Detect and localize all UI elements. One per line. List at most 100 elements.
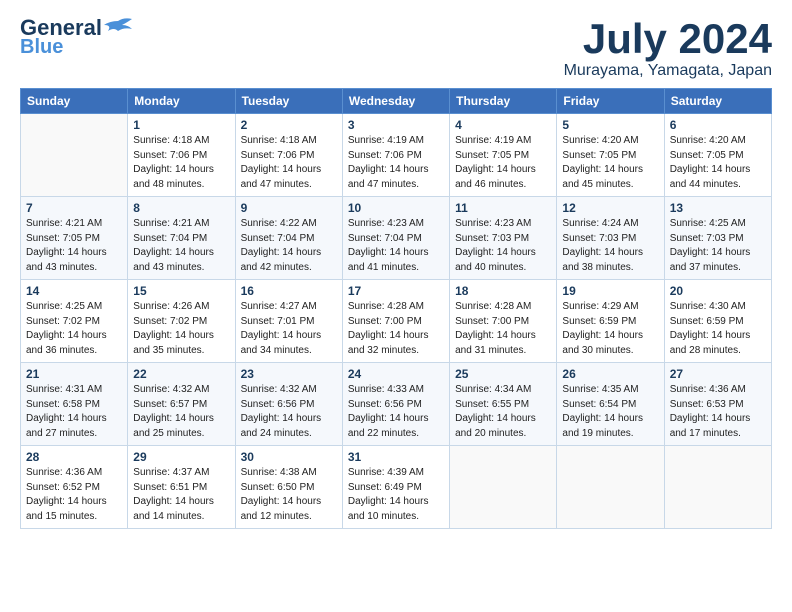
calendar-cell: 5 Sunrise: 4:20 AMSunset: 7:05 PMDaylight… — [557, 114, 664, 197]
calendar-cell: 24Sunrise: 4:33 AMSunset: 6:56 PMDayligh… — [342, 363, 449, 446]
calendar-header: SundayMondayTuesdayWednesdayThursdayFrid… — [21, 89, 772, 114]
calendar-cell: 27 Sunrise: 4:36 AMSunset: 6:53 PMDayligh… — [664, 363, 771, 446]
cell-info: Sunrise: 4:20 AMSunset: 7:05 PMDaylight:… — [670, 134, 766, 192]
cell-info: Sunrise: 4:28 AMSunset: 7:00 PMDaylight:… — [348, 300, 444, 358]
day-number: 20 — [670, 284, 766, 298]
weekday-label: Monday — [128, 89, 235, 114]
calendar-cell — [557, 446, 664, 529]
day-number: 26 — [562, 367, 658, 381]
day-number: 25 — [455, 367, 551, 381]
calendar-cell: 22Sunrise: 4:32 AMSunset: 6:57 PMDayligh… — [128, 363, 235, 446]
weekday-label: Thursday — [450, 89, 557, 114]
cell-info: Sunrise: 4:27 AMSunset: 7:01 PMDaylight:… — [241, 300, 337, 358]
cell-info: Sunrise: 4:36 AMSunset: 6:53 PMDaylight:… — [670, 383, 766, 441]
weekday-label: Friday — [557, 89, 664, 114]
day-number: 9 — [241, 201, 337, 215]
cell-info: Sunrise: 4:28 AMSunset: 7:00 PMDaylight:… — [455, 300, 551, 358]
cell-info: Sunrise: 4:19 AMSunset: 7:06 PMDaylight:… — [348, 134, 444, 192]
cell-info: Sunrise: 4:32 AMSunset: 6:56 PMDaylight:… — [241, 383, 337, 441]
month-title: July 2024 — [564, 16, 772, 62]
calendar-cell: 2 Sunrise: 4:18 AMSunset: 7:06 PMDaylight… — [235, 114, 342, 197]
calendar-cell: 13 Sunrise: 4:25 AMSunset: 7:03 PMDayligh… — [664, 197, 771, 280]
title-block: July 2024 Murayama, Yamagata, Japan — [564, 16, 772, 80]
day-number: 6 — [670, 118, 766, 132]
calendar-cell: 16 Sunrise: 4:27 AMSunset: 7:01 PMDayligh… — [235, 280, 342, 363]
day-number: 2 — [241, 118, 337, 132]
calendar-cell: 11Sunrise: 4:23 AMSunset: 7:03 PMDayligh… — [450, 197, 557, 280]
calendar-cell: 9 Sunrise: 4:22 AMSunset: 7:04 PMDaylight… — [235, 197, 342, 280]
calendar-cell: 10Sunrise: 4:23 AMSunset: 7:04 PMDayligh… — [342, 197, 449, 280]
calendar-cell: 14Sunrise: 4:25 AMSunset: 7:02 PMDayligh… — [21, 280, 128, 363]
calendar-cell — [21, 114, 128, 197]
calendar-cell: 7Sunrise: 4:21 AMSunset: 7:05 PMDaylight… — [21, 197, 128, 280]
calendar-cell — [664, 446, 771, 529]
calendar-cell: 19Sunrise: 4:29 AMSunset: 6:59 PMDayligh… — [557, 280, 664, 363]
logo-bird-icon — [104, 17, 132, 39]
cell-info: Sunrise: 4:21 AMSunset: 7:04 PMDaylight:… — [133, 217, 229, 275]
calendar-cell: 12 Sunrise: 4:24 AMSunset: 7:03 PMDayligh… — [557, 197, 664, 280]
day-number: 7 — [26, 201, 122, 215]
calendar-cell: 28 Sunrise: 4:36 AMSunset: 6:52 PMDayligh… — [21, 446, 128, 529]
calendar-cell: 3 Sunrise: 4:19 AMSunset: 7:06 PMDaylight… — [342, 114, 449, 197]
calendar-cell: 4Sunrise: 4:19 AMSunset: 7:05 PMDaylight… — [450, 114, 557, 197]
cell-info: Sunrise: 4:20 AMSunset: 7:05 PMDaylight:… — [562, 134, 658, 192]
day-number: 31 — [348, 450, 444, 464]
calendar-cell: 20Sunrise: 4:30 AMSunset: 6:59 PMDayligh… — [664, 280, 771, 363]
calendar-cell: 1 Sunrise: 4:18 AMSunset: 7:06 PMDaylight… — [128, 114, 235, 197]
calendar-cell: 23 Sunrise: 4:32 AMSunset: 6:56 PMDayligh… — [235, 363, 342, 446]
calendar-week-row: 28 Sunrise: 4:36 AMSunset: 6:52 PMDayligh… — [21, 446, 772, 529]
day-number: 22 — [133, 367, 229, 381]
weekday-label: Wednesday — [342, 89, 449, 114]
calendar-cell: 15 Sunrise: 4:26 AMSunset: 7:02 PMDayligh… — [128, 280, 235, 363]
cell-info: Sunrise: 4:26 AMSunset: 7:02 PMDaylight:… — [133, 300, 229, 358]
day-number: 13 — [670, 201, 766, 215]
day-number: 29 — [133, 450, 229, 464]
page-header: General Blue July 2024 Murayama, Yamagat… — [20, 16, 772, 80]
cell-info: Sunrise: 4:18 AMSunset: 7:06 PMDaylight:… — [241, 134, 337, 192]
cell-info: Sunrise: 4:19 AMSunset: 7:05 PMDaylight:… — [455, 134, 551, 192]
logo: General Blue — [20, 16, 132, 58]
day-number: 16 — [241, 284, 337, 298]
day-number: 15 — [133, 284, 229, 298]
day-number: 23 — [241, 367, 337, 381]
cell-info: Sunrise: 4:24 AMSunset: 7:03 PMDaylight:… — [562, 217, 658, 275]
day-number: 1 — [133, 118, 229, 132]
day-number: 8 — [133, 201, 229, 215]
day-number: 21 — [26, 367, 122, 381]
cell-info: Sunrise: 4:35 AMSunset: 6:54 PMDaylight:… — [562, 383, 658, 441]
cell-info: Sunrise: 4:25 AMSunset: 7:02 PMDaylight:… — [26, 300, 122, 358]
day-number: 3 — [348, 118, 444, 132]
calendar-cell: 25 Sunrise: 4:34 AMSunset: 6:55 PMDayligh… — [450, 363, 557, 446]
day-number: 24 — [348, 367, 444, 381]
calendar-cell: 30Sunrise: 4:38 AMSunset: 6:50 PMDayligh… — [235, 446, 342, 529]
calendar-cell: 29 Sunrise: 4:37 AMSunset: 6:51 PMDayligh… — [128, 446, 235, 529]
calendar-cell: 17Sunrise: 4:28 AMSunset: 7:00 PMDayligh… — [342, 280, 449, 363]
cell-info: Sunrise: 4:18 AMSunset: 7:06 PMDaylight:… — [133, 134, 229, 192]
cell-info: Sunrise: 4:25 AMSunset: 7:03 PMDaylight:… — [670, 217, 766, 275]
location: Murayama, Yamagata, Japan — [564, 62, 772, 80]
calendar-week-row: 7Sunrise: 4:21 AMSunset: 7:05 PMDaylight… — [21, 197, 772, 280]
calendar-cell: 26 Sunrise: 4:35 AMSunset: 6:54 PMDayligh… — [557, 363, 664, 446]
day-number: 5 — [562, 118, 658, 132]
calendar-week-row: 1 Sunrise: 4:18 AMSunset: 7:06 PMDaylight… — [21, 114, 772, 197]
calendar-cell: 31Sunrise: 4:39 AMSunset: 6:49 PMDayligh… — [342, 446, 449, 529]
calendar-cell — [450, 446, 557, 529]
cell-info: Sunrise: 4:36 AMSunset: 6:52 PMDaylight:… — [26, 466, 122, 524]
logo-blue: Blue — [20, 36, 63, 58]
calendar-week-row: 14Sunrise: 4:25 AMSunset: 7:02 PMDayligh… — [21, 280, 772, 363]
cell-info: Sunrise: 4:29 AMSunset: 6:59 PMDaylight:… — [562, 300, 658, 358]
day-number: 28 — [26, 450, 122, 464]
calendar-body: 1 Sunrise: 4:18 AMSunset: 7:06 PMDaylight… — [21, 114, 772, 529]
calendar-cell: 21Sunrise: 4:31 AMSunset: 6:58 PMDayligh… — [21, 363, 128, 446]
cell-info: Sunrise: 4:38 AMSunset: 6:50 PMDaylight:… — [241, 466, 337, 524]
cell-info: Sunrise: 4:37 AMSunset: 6:51 PMDaylight:… — [133, 466, 229, 524]
weekday-label: Sunday — [21, 89, 128, 114]
day-number: 11 — [455, 201, 551, 215]
calendar-cell: 8 Sunrise: 4:21 AMSunset: 7:04 PMDaylight… — [128, 197, 235, 280]
day-number: 27 — [670, 367, 766, 381]
day-number: 10 — [348, 201, 444, 215]
cell-info: Sunrise: 4:22 AMSunset: 7:04 PMDaylight:… — [241, 217, 337, 275]
day-number: 12 — [562, 201, 658, 215]
weekday-label: Tuesday — [235, 89, 342, 114]
cell-info: Sunrise: 4:34 AMSunset: 6:55 PMDaylight:… — [455, 383, 551, 441]
